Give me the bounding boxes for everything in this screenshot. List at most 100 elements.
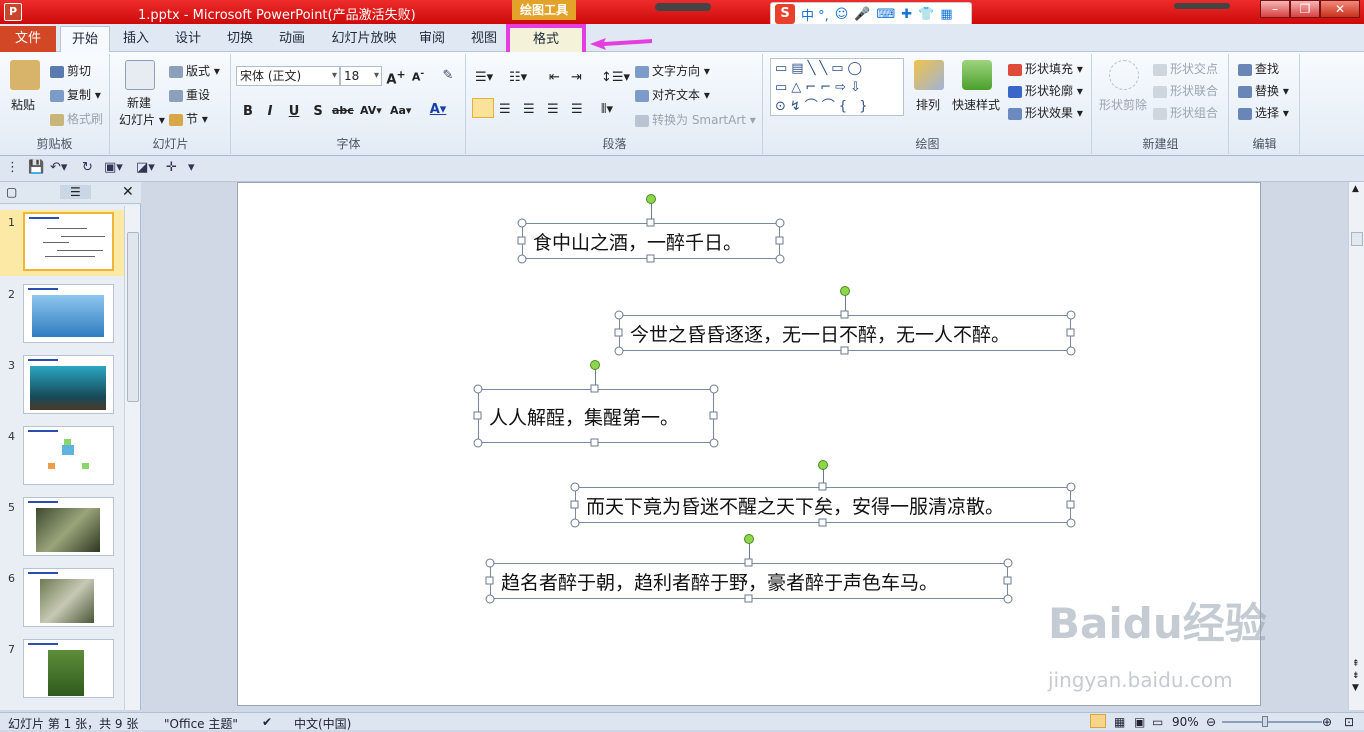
text-direction-button[interactable]: 文字方向 ▾ xyxy=(635,62,710,79)
underline-button[interactable]: U xyxy=(284,104,304,119)
arrange-icon[interactable] xyxy=(914,60,944,90)
slide-thumbnail[interactable]: 3 xyxy=(0,353,124,419)
align-icon[interactable]: ✛ xyxy=(166,160,177,175)
slides-tab-icon[interactable]: ▢ xyxy=(6,185,17,199)
text-box-3[interactable]: 人人解酲，集醒第一。 xyxy=(478,389,714,443)
fit-slide-icon[interactable]: ⊡ xyxy=(1344,715,1354,729)
tab-review[interactable]: 审阅 xyxy=(410,26,454,52)
prev-next-slide-icon[interactable]: ⇞ ⇟ ▼ xyxy=(1352,658,1360,694)
slide-thumbnail[interactable]: 7 xyxy=(0,637,124,703)
tab-file[interactable]: 文件 xyxy=(0,26,56,52)
rotate-handle[interactable] xyxy=(818,460,828,470)
text-box-5[interactable]: 趋名者醉于朝，趋利者醉于野，豪者醉于声色车马。 xyxy=(490,563,1008,599)
shape-combine-button[interactable]: 形状组合 xyxy=(1153,104,1218,121)
shape-clip-button[interactable]: 形状剪除 xyxy=(1099,96,1147,113)
customize-qat-icon[interactable]: ▾ xyxy=(188,160,195,175)
numbering-button[interactable]: ☷▾ xyxy=(509,70,527,85)
microphone-icon[interactable]: 🎤 xyxy=(854,7,870,22)
shape-outline-button[interactable]: 形状轮廓 ▾ xyxy=(1008,82,1083,99)
skin-icon[interactable]: 👕 xyxy=(918,7,934,22)
shadow-button[interactable]: S xyxy=(308,104,328,119)
rotate-handle[interactable] xyxy=(744,534,754,544)
slide-thumbnail[interactable]: 5 xyxy=(0,495,124,561)
zoom-in-icon[interactable]: ⊕ xyxy=(1322,715,1332,729)
slideshow-view-icon[interactable]: ▭ xyxy=(1152,715,1163,729)
save-icon[interactable]: 💾 xyxy=(28,160,44,175)
paste-icon[interactable] xyxy=(10,60,40,90)
bullets-button[interactable]: ☰▾ xyxy=(475,70,493,85)
decrease-indent-button[interactable]: ⇤ xyxy=(549,70,560,85)
font-name-combo[interactable]: 宋体 (正文) xyxy=(236,66,340,86)
zoom-out-icon[interactable]: ⊖ xyxy=(1206,715,1216,729)
panel-scrollbar[interactable] xyxy=(124,206,140,710)
text-box-4[interactable]: 而天下竟为昏迷不醒之天下矣，安得一服清凉散。 xyxy=(575,487,1071,523)
columns-button[interactable]: ⫴▾ xyxy=(601,102,613,117)
replace-button[interactable]: 替换 ▾ xyxy=(1238,82,1289,99)
shape-intersect-button[interactable]: 形状交点 xyxy=(1153,60,1218,77)
slideshow-icon[interactable]: ▣▾ xyxy=(104,160,123,175)
select-button[interactable]: 选择 ▾ xyxy=(1238,104,1289,121)
reset-button[interactable]: 重设 xyxy=(169,86,210,103)
tab-insert[interactable]: 插入 xyxy=(114,26,158,52)
ime-toolbar[interactable]: S 中 °, ☺ 🎤 ⌨ ✚ 👕 ▦ xyxy=(770,2,972,26)
slide-sorter-icon[interactable]: ▦ xyxy=(1114,715,1125,729)
powerpoint-logo-icon[interactable]: P xyxy=(4,3,22,21)
new-slide-icon[interactable] xyxy=(125,60,155,90)
smartart-button[interactable]: 转换为 SmartArt ▾ xyxy=(635,111,756,128)
tools-icon[interactable]: ✚ xyxy=(901,7,912,22)
reading-view-icon[interactable]: ▣ xyxy=(1134,715,1145,729)
align-left-button[interactable] xyxy=(472,98,494,118)
slide-thumbnail[interactable]: 1 xyxy=(0,210,124,276)
format-painter-button[interactable]: 格式刷 xyxy=(50,110,103,127)
normal-view-icon[interactable] xyxy=(1090,714,1106,728)
ime-mode-label[interactable]: 中 °, xyxy=(801,5,829,24)
clear-format-button[interactable]: ✎ xyxy=(438,68,458,83)
zoom-slider[interactable] xyxy=(1222,721,1322,723)
section-button[interactable]: 节 ▾ xyxy=(169,110,208,127)
quick-styles-icon[interactable] xyxy=(962,60,992,90)
strikethrough-button[interactable]: abc xyxy=(332,104,354,117)
align-text-button[interactable]: 对齐文本 ▾ xyxy=(635,86,710,103)
tab-animations[interactable]: 动画 xyxy=(270,26,314,52)
outline-tab-icon[interactable]: ☰ xyxy=(60,185,91,199)
text-box-2[interactable]: 今世之昏昏逐逐，无一日不醉，无一人不醉。 xyxy=(619,315,1071,351)
close-button[interactable]: ✕ xyxy=(1320,0,1360,18)
zoom-level[interactable]: 90% xyxy=(1172,715,1199,729)
tab-slideshow[interactable]: 幻灯片放映 xyxy=(324,26,404,52)
maximize-button[interactable]: ❐ xyxy=(1290,0,1320,18)
close-panel-icon[interactable]: ✕ xyxy=(122,184,134,200)
rotate-handle[interactable] xyxy=(590,360,600,370)
shape-effects-button[interactable]: 形状效果 ▾ xyxy=(1008,104,1083,121)
text-box-1[interactable]: 食中山之酒，一醉千日。 xyxy=(522,223,780,259)
font-color-button[interactable]: A▾ xyxy=(428,102,448,117)
editor-scroll-thumb[interactable] xyxy=(1351,232,1363,246)
shrink-font-button[interactable]: A- xyxy=(408,68,428,84)
shape-fill-button[interactable]: 形状填充 ▾ xyxy=(1008,60,1083,77)
undo-icon[interactable]: ↶▾ xyxy=(50,160,67,175)
align-right-button[interactable]: ☰ xyxy=(523,102,535,117)
new-slide-button[interactable]: 新建 xyxy=(127,94,151,111)
line-spacing-button[interactable]: ↕☰▾ xyxy=(601,70,630,85)
redo-icon[interactable]: ↻ xyxy=(82,160,93,175)
grow-font-button[interactable]: A+ xyxy=(386,68,406,87)
change-case-button[interactable]: Aa▾ xyxy=(390,104,411,117)
shapes-gallery[interactable]: ▭▤╲╲▭◯ ▭△⌐⌐⇨⇩ ⊙↯⌒⌒{ } xyxy=(770,58,904,116)
paste-button[interactable]: 粘贴 xyxy=(11,96,35,113)
slide-thumbnail[interactable]: 4 xyxy=(0,424,124,490)
distributed-button[interactable]: ☰ xyxy=(571,102,583,117)
new-slide-dropdown[interactable]: 幻灯片 ▾ xyxy=(119,111,165,128)
smiley-icon[interactable]: ☺ xyxy=(835,7,849,22)
arrange-button[interactable]: 排列 xyxy=(916,96,940,113)
tab-transitions[interactable]: 切换 xyxy=(218,26,262,52)
increase-indent-button[interactable]: ⇥ xyxy=(571,70,582,85)
tab-home[interactable]: 开始 xyxy=(60,26,110,52)
tab-design[interactable]: 设计 xyxy=(166,26,210,52)
cut-button[interactable]: 剪切 xyxy=(50,62,91,79)
justify-button[interactable]: ☰ xyxy=(547,102,559,117)
find-button[interactable]: 查找 xyxy=(1238,60,1279,77)
rotate-handle[interactable] xyxy=(646,194,656,204)
bold-button[interactable]: B xyxy=(238,104,258,119)
shapes-icon[interactable]: ◪▾ xyxy=(136,160,155,175)
italic-button[interactable]: I xyxy=(260,104,280,119)
editor-scrollbar[interactable]: ▲ ⇞ ⇟ ▼ xyxy=(1348,182,1364,710)
